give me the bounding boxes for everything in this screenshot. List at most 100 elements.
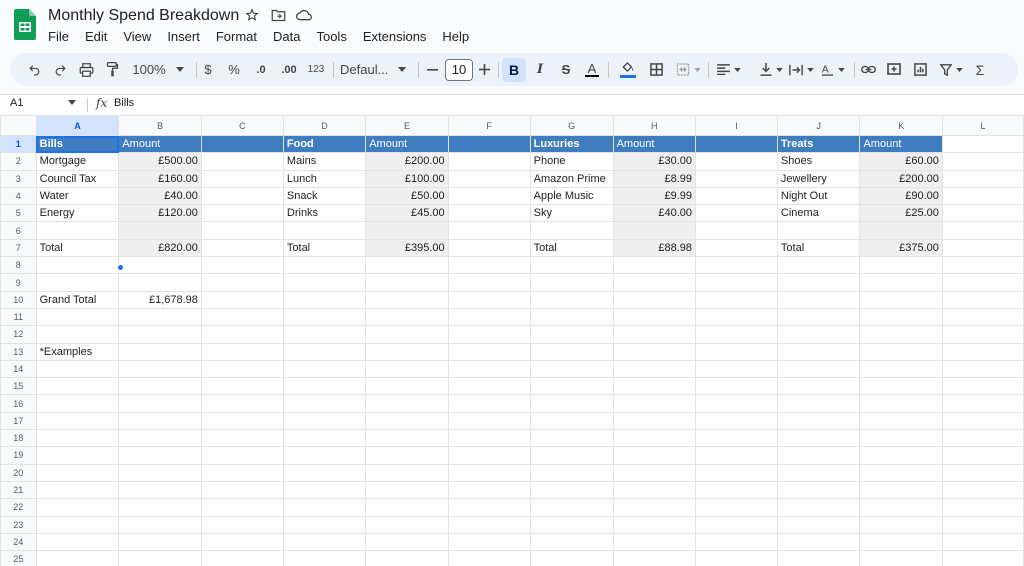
- cell-g6[interactable]: [529, 221, 614, 240]
- row-header-7[interactable]: 7: [0, 238, 37, 258]
- cell-j5[interactable]: Cinema: [776, 204, 861, 223]
- cell-d7[interactable]: Total: [282, 238, 367, 258]
- cell-b15[interactable]: [118, 377, 202, 396]
- cell-e25[interactable]: [365, 550, 449, 566]
- cell-g25[interactable]: [529, 550, 614, 566]
- print-icon[interactable]: [76, 53, 96, 86]
- cell-g21[interactable]: [529, 480, 614, 500]
- column-header-c[interactable]: C: [200, 115, 284, 136]
- cell-h23[interactable]: [612, 515, 697, 534]
- cell-j4[interactable]: Night Out: [776, 186, 861, 206]
- cell-i4[interactable]: [695, 186, 778, 206]
- cell-g11[interactable]: [529, 307, 614, 327]
- cell-f25[interactable]: [447, 550, 531, 566]
- cell-h14[interactable]: [612, 359, 697, 379]
- cell-b14[interactable]: [118, 359, 202, 379]
- cell-d17[interactable]: [282, 411, 367, 431]
- cell-b6[interactable]: [118, 221, 202, 240]
- cell-j23[interactable]: [776, 515, 861, 534]
- cell-j10[interactable]: [776, 290, 861, 309]
- cell-e13[interactable]: [365, 342, 449, 361]
- cell-j15[interactable]: [776, 377, 861, 396]
- cell-h4[interactable]: £9.99: [612, 186, 697, 206]
- cell-a9[interactable]: [35, 273, 120, 292]
- cell-k4[interactable]: £90.00: [859, 186, 943, 206]
- cell-c16[interactable]: [200, 394, 284, 413]
- cell-k17[interactable]: [859, 411, 943, 431]
- row-header-11[interactable]: 11: [0, 307, 37, 327]
- cell-f4[interactable]: [447, 186, 531, 206]
- cell-b12[interactable]: [118, 325, 202, 344]
- cell-g13[interactable]: [529, 342, 614, 361]
- cell-g15[interactable]: [529, 377, 614, 396]
- row-header-5[interactable]: 5: [0, 204, 37, 223]
- cell-j9[interactable]: [776, 273, 861, 292]
- cell-f11[interactable]: [447, 307, 531, 327]
- cell-g8[interactable]: [529, 256, 614, 275]
- cell-j16[interactable]: [776, 394, 861, 413]
- cell-i24[interactable]: [695, 532, 778, 552]
- cell-j14[interactable]: [776, 359, 861, 379]
- cell-k24[interactable]: [859, 532, 943, 552]
- cell-c9[interactable]: [200, 273, 284, 292]
- cell-c18[interactable]: [200, 429, 284, 448]
- cell-b5[interactable]: £120.00: [118, 204, 202, 223]
- cell-l4[interactable]: [941, 186, 1024, 206]
- row-header-21[interactable]: 21: [0, 480, 37, 500]
- cell-l13[interactable]: [941, 342, 1024, 361]
- menu-file[interactable]: File: [40, 29, 77, 45]
- cell-f6[interactable]: [447, 221, 531, 240]
- cell-h25[interactable]: [612, 550, 697, 566]
- cell-l21[interactable]: [941, 480, 1024, 500]
- cell-c14[interactable]: [200, 359, 284, 379]
- cell-f19[interactable]: [447, 446, 531, 465]
- cell-i11[interactable]: [695, 307, 778, 327]
- cell-j3[interactable]: Jewellery: [776, 169, 861, 188]
- fill-handle[interactable]: [117, 264, 124, 271]
- cell-c7[interactable]: [200, 238, 284, 258]
- cell-l7[interactable]: [941, 238, 1024, 258]
- cell-d13[interactable]: [282, 342, 367, 361]
- cell-d18[interactable]: [282, 429, 367, 448]
- cell-b10[interactable]: £1,678.98: [118, 290, 202, 309]
- cell-j20[interactable]: [776, 463, 861, 482]
- cell-k18[interactable]: [859, 429, 943, 448]
- cell-b21[interactable]: [118, 480, 202, 500]
- cell-e2[interactable]: £200.00: [365, 152, 449, 171]
- cell-a11[interactable]: [35, 307, 120, 327]
- cell-a16[interactable]: [35, 394, 120, 413]
- cell-e9[interactable]: [365, 273, 449, 292]
- cell-h19[interactable]: [612, 446, 697, 465]
- cell-k25[interactable]: [859, 550, 943, 566]
- cell-h17[interactable]: [612, 411, 697, 431]
- row-header-23[interactable]: 23: [0, 515, 37, 534]
- formula-input[interactable]: Bills: [114, 97, 134, 109]
- cell-j7[interactable]: Total: [776, 238, 861, 258]
- cell-b17[interactable]: [118, 411, 202, 431]
- cell-k20[interactable]: [859, 463, 943, 482]
- name-box[interactable]: A1: [10, 97, 23, 109]
- cell-a17[interactable]: [35, 411, 120, 431]
- cell-h5[interactable]: £40.00: [612, 204, 697, 223]
- cell-b3[interactable]: £160.00: [118, 169, 202, 188]
- cell-k21[interactable]: [859, 480, 943, 500]
- row-header-19[interactable]: 19: [0, 446, 37, 465]
- cell-g10[interactable]: [529, 290, 614, 309]
- bold-button[interactable]: B: [502, 53, 526, 86]
- cell-h6[interactable]: [612, 221, 697, 240]
- cell-h22[interactable]: [612, 498, 697, 517]
- cell-b11[interactable]: [118, 307, 202, 327]
- cell-h11[interactable]: [612, 307, 697, 327]
- cell-c3[interactable]: [200, 169, 284, 188]
- cell-i2[interactable]: [695, 152, 778, 171]
- cell-d20[interactable]: [282, 463, 367, 482]
- cell-h10[interactable]: [612, 290, 697, 309]
- row-header-3[interactable]: 3: [0, 169, 37, 188]
- cell-l17[interactable]: [941, 411, 1024, 431]
- row-header-6[interactable]: 6: [0, 221, 37, 240]
- cell-i10[interactable]: [695, 290, 778, 309]
- cell-h8[interactable]: [612, 256, 697, 275]
- cell-a25[interactable]: [35, 550, 120, 566]
- cell-a10[interactable]: Grand Total: [35, 290, 120, 309]
- cell-i1[interactable]: [695, 134, 778, 154]
